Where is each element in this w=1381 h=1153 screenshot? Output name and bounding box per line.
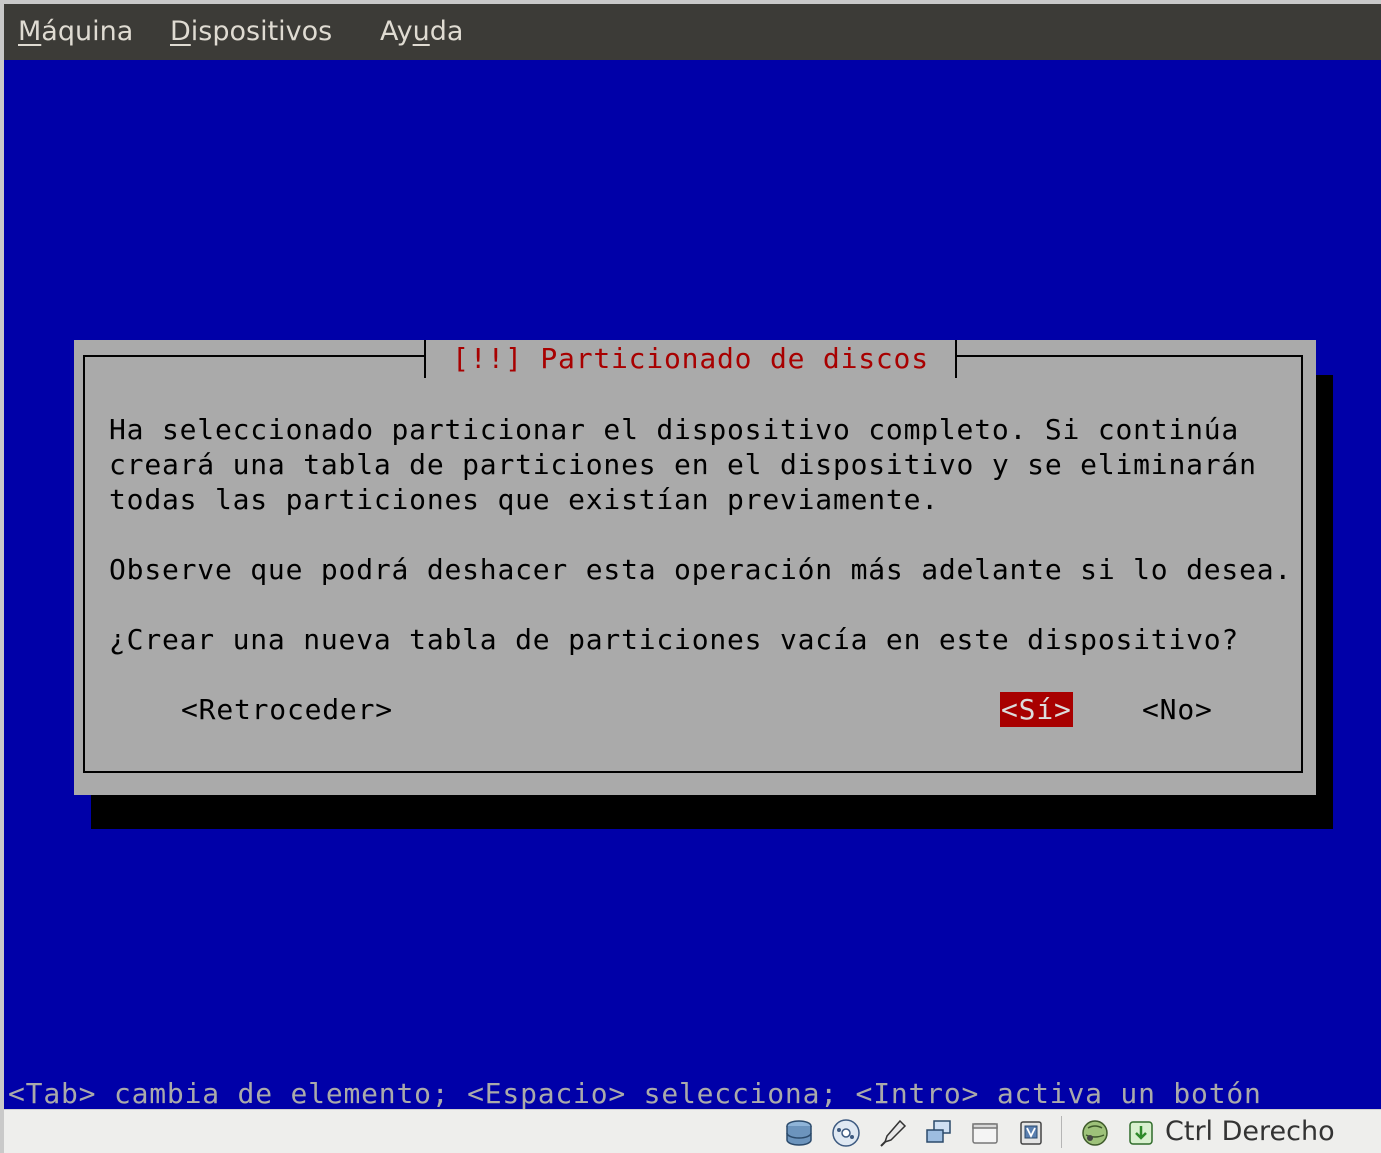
- status-separator: [1061, 1116, 1062, 1148]
- keyboard-help-line: <Tab> cambia de elemento; <Espacio> sele…: [8, 1077, 1262, 1110]
- mouse-integration-icon[interactable]: [1126, 1118, 1156, 1148]
- network-icon[interactable]: [1080, 1118, 1110, 1148]
- shared-folders-icon[interactable]: [924, 1118, 954, 1148]
- usb-icon[interactable]: [878, 1118, 908, 1148]
- dialog-text-line: Ha seleccionado particionar el dispositi…: [109, 413, 1240, 446]
- dialog-title: [!!] Particionado de discos: [452, 342, 929, 375]
- partition-dialog: [!!] Particionado de discos Ha seleccion…: [74, 340, 1316, 795]
- display-icon[interactable]: [970, 1118, 1000, 1148]
- menu-ayuda-mnemonic: u: [412, 16, 430, 47]
- dialog-question: ¿Crear una nueva tabla de particiones va…: [109, 623, 1240, 656]
- hard-disk-icon[interactable]: [784, 1118, 814, 1148]
- host-key-label: Ctrl Derecho: [1165, 1116, 1335, 1147]
- menu-ayuda-prefix: Ay: [380, 16, 413, 47]
- menu-dispositivos[interactable]: Dispositivos: [170, 14, 332, 50]
- menu-maquina-rest: áquina: [41, 16, 134, 47]
- menu-ayuda-suffix: da: [429, 16, 464, 47]
- dialog-text-line: creará una tabla de particiones en el di…: [109, 448, 1257, 481]
- menu-dispositivos-mnemonic: D: [170, 16, 191, 47]
- optical-drive-icon[interactable]: [831, 1118, 861, 1148]
- yes-button[interactable]: <Sí>: [1000, 692, 1073, 727]
- vm-screen[interactable]: [!!] Particionado de discos Ha seleccion…: [4, 60, 1381, 1110]
- back-button[interactable]: <Retroceder>: [181, 692, 393, 727]
- menu-maquina[interactable]: Máquina: [18, 14, 133, 50]
- recording-icon[interactable]: [1016, 1118, 1046, 1148]
- menu-dispositivos-rest: ispositivos: [190, 16, 333, 47]
- dialog-title-box: [!!] Particionado de discos: [424, 340, 957, 378]
- menu-bar: Máquina Dispositivos Ayuda: [4, 4, 1381, 60]
- dialog-note-line: Observe que podrá deshacer esta operació…: [109, 553, 1293, 586]
- dialog-text-line: todas las particiones que existían previ…: [109, 483, 939, 516]
- virtualbox-vm-window: Máquina Dispositivos Ayuda [!!] Particio…: [4, 4, 1381, 1153]
- status-bar: Ctrl Derecho: [4, 1109, 1381, 1153]
- menu-ayuda[interactable]: Ayuda: [380, 14, 463, 50]
- menu-maquina-mnemonic: M: [18, 16, 42, 47]
- no-button[interactable]: <No>: [1142, 692, 1213, 727]
